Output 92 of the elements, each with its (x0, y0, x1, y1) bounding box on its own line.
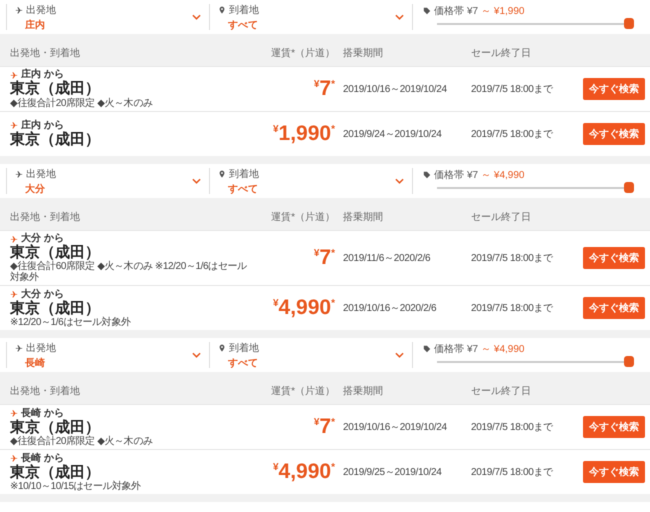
chevron-down-icon (395, 14, 404, 20)
tag-icon (423, 345, 431, 354)
travel-period: 2019/10/16～2019/10/24 (343, 421, 447, 434)
sale-end-date: 2019/7/5 18:00まで (471, 252, 553, 266)
price-max: ～ ¥4,990 (481, 169, 524, 182)
destination-name: 東京（成田） (10, 418, 100, 436)
origin-label: 庄内 から (21, 69, 64, 80)
plane-icon (10, 409, 18, 418)
column-header: セール終了日 (471, 211, 532, 224)
plane-icon (10, 121, 18, 130)
fare-note: ◆往復合計20席限定 ◆火～木のみ (10, 98, 152, 109)
column-header: 出発地・到着地 (10, 384, 81, 398)
price-min: ¥7 (467, 344, 478, 355)
column-header: 搭乗期間 (343, 46, 384, 60)
origin-label: 大分 から (21, 288, 64, 300)
origin-dropdown[interactable]: 出発地 大分 (6, 168, 209, 194)
price-min: ¥7 (467, 6, 478, 16)
plane-icon (10, 234, 18, 242)
chevron-down-icon (192, 178, 201, 184)
destination-name: 東京（成田） (10, 464, 100, 481)
destination-name: 東京（成田） (10, 80, 100, 98)
destination-name: 東京（成田） (10, 130, 100, 148)
slider-thumb[interactable] (624, 182, 634, 193)
sale-end-date: 2019/7/5 18:00まで (471, 421, 553, 434)
origin-dropdown[interactable]: 出発地 長崎 (6, 342, 209, 368)
slider-thumb[interactable] (624, 18, 634, 29)
destination-name: 東京（成田） (10, 300, 100, 317)
origin-label: 大分 から (21, 233, 64, 244)
fare-price: $^{¥}$4,990$^{*}$ (272, 296, 335, 320)
plane-icon (10, 70, 18, 79)
sale-end-date: 2019/7/5 18:00まで (471, 466, 553, 480)
chevron-down-icon (395, 352, 404, 358)
column-header: セール終了日 (471, 47, 532, 60)
column-header: 搭乗期間 (343, 384, 384, 398)
travel-period: 2019/10/16～2020/2/6 (343, 302, 436, 316)
fare-note: ◆往復合計60席限定 ◆火～木のみ ※12/20～1/6はセール対象外 (10, 261, 248, 284)
plane-icon (15, 344, 23, 352)
column-header: 運賃*（片道） (270, 384, 335, 398)
travel-period: 2019/10/16～2019/10/24 (343, 83, 447, 96)
pin-icon (218, 6, 226, 14)
price-range-label: 価格帯 (434, 342, 464, 356)
sale-end-date: 2019/7/5 18:00まで (471, 302, 553, 316)
price-max: ～ ¥4,990 (481, 343, 524, 356)
sale-end-date: 2019/7/5 18:00まで (471, 83, 553, 96)
search-now-button[interactable]: 今すぐ検索 (583, 416, 645, 438)
destination-name: 東京（成田） (10, 244, 100, 261)
search-now-button[interactable]: 今すぐ検索 (583, 297, 645, 320)
chevron-down-icon (395, 178, 404, 184)
fare-price: $^{¥}$7$^{*}$ (314, 246, 335, 270)
fare-price: $^{¥}$4,990$^{*}$ (272, 460, 335, 484)
plane-icon (15, 170, 23, 178)
plane-icon (10, 290, 18, 298)
origin-label: 長崎 から (21, 452, 64, 464)
search-now-button[interactable]: 今すぐ検索 (583, 78, 645, 100)
fare-price: $^{¥}$7$^{*}$ (314, 77, 335, 101)
origin-label: 長崎 から (21, 408, 64, 419)
search-now-button[interactable]: 今すぐ検索 (583, 123, 645, 145)
tag-icon (423, 7, 431, 15)
price-range-label: 価格帯 (434, 4, 464, 18)
plane-icon (15, 6, 23, 14)
tag-icon (423, 171, 431, 179)
slider-thumb[interactable] (624, 356, 634, 368)
chevron-down-icon (192, 14, 201, 20)
destination-dropdown[interactable]: 到着地 すべて (209, 168, 412, 194)
column-header: 運賃*（片道） (270, 46, 335, 60)
travel-period: 2019/9/25～2019/10/24 (343, 466, 442, 480)
search-now-button[interactable]: 今すぐ検索 (583, 461, 645, 484)
pin-icon (218, 344, 226, 352)
plane-icon (10, 454, 18, 462)
fare-note: ※10/10～10/15はセール対象外 (10, 480, 141, 492)
fare-price: $^{¥}$1,990$^{*}$ (272, 122, 335, 146)
travel-period: 2019/9/24～2019/10/24 (343, 128, 442, 141)
destination-dropdown[interactable]: 到着地 すべて (209, 342, 412, 368)
column-header: 搭乗期間 (343, 210, 384, 224)
price-min: ¥7 (467, 170, 478, 180)
column-header: セール終了日 (471, 385, 532, 398)
column-header: 運賃*（片道） (270, 210, 335, 224)
fare-note: ※12/20～1/6はセール対象外 (10, 316, 131, 328)
price-max: ～ ¥1,990 (481, 5, 524, 18)
search-now-button[interactable]: 今すぐ検索 (583, 247, 645, 270)
sale-end-date: 2019/7/5 18:00まで (471, 128, 553, 141)
column-header: 出発地・到着地 (10, 210, 81, 224)
travel-period: 2019/11/6～2020/2/6 (343, 252, 430, 266)
pin-icon (218, 170, 226, 178)
origin-dropdown[interactable]: 出発地 庄内 (6, 4, 209, 30)
price-range-label: 価格帯 (434, 168, 464, 182)
chevron-down-icon (192, 352, 201, 358)
fare-note: ◆往復合計20席限定 ◆火～木のみ (10, 436, 152, 447)
destination-dropdown[interactable]: 到着地 すべて (209, 4, 412, 30)
origin-label: 庄内 から (21, 120, 64, 131)
fare-price: $^{¥}$7$^{*}$ (314, 415, 335, 440)
column-header: 出発地・到着地 (10, 46, 81, 60)
